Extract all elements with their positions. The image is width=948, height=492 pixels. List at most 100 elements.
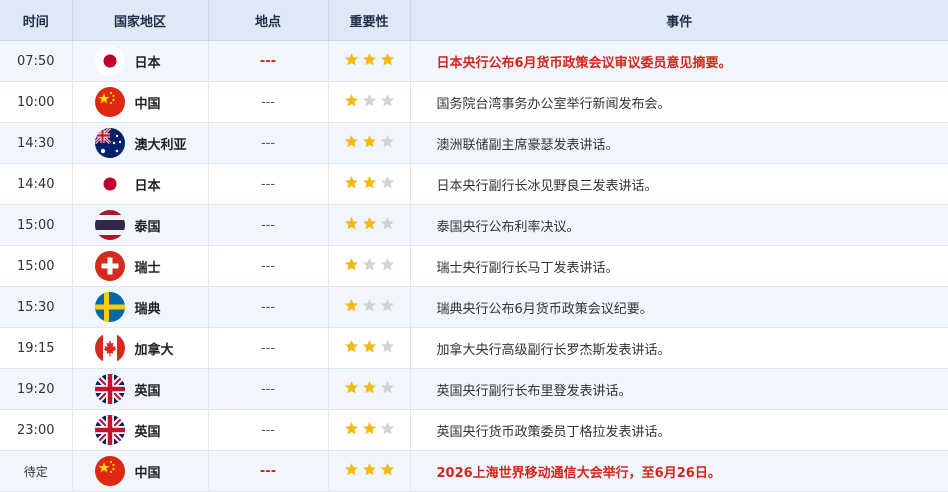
table-row[interactable]: 待定 中国 --- 2026上海世界移动通信大会举行，至6月26日。 <box>0 450 948 492</box>
star-filled-icon <box>380 52 395 67</box>
star-filled-icon <box>380 462 395 477</box>
star-empty-icon <box>380 380 395 395</box>
country-cell: 澳大利亚 <box>72 122 209 164</box>
china-flag-icon <box>94 87 125 117</box>
uk-flag-icon <box>94 374 125 404</box>
event-location: --- <box>208 40 329 82</box>
table-row[interactable]: 19:20 英国 --- 英国央行副行长布里登发表讲话。 <box>0 368 948 410</box>
star-filled-icon <box>344 134 359 149</box>
star-filled-icon <box>344 380 359 395</box>
country-name: 瑞士 <box>134 260 161 276</box>
country-cell: 瑞士 <box>72 245 209 287</box>
japan-flag-icon <box>94 46 125 76</box>
importance-rating <box>328 327 411 369</box>
importance-rating <box>328 40 411 82</box>
table-row[interactable]: 23:00 英国 --- 英国央行货币政策委员丁格拉发表讲话。 <box>0 409 948 451</box>
country-name: 泰国 <box>134 219 161 235</box>
header-row: 时间 国家地区 地点 重要性 事件 <box>0 0 948 41</box>
country-name: 加拿大 <box>134 342 174 358</box>
event-description: 澳洲联储副主席豪瑟发表讲话。 <box>410 122 948 164</box>
star-filled-icon <box>344 257 359 272</box>
table-row[interactable]: 15:00 瑞士 --- 瑞士央行副行长马丁发表讲话。 <box>0 245 948 287</box>
star-empty-icon <box>380 339 395 354</box>
country-name: 英国 <box>134 424 161 440</box>
importance-rating <box>328 122 411 164</box>
table-row[interactable]: 19:15 加拿大 --- 加拿大央行高级副行长罗杰斯发表讲话。 <box>0 327 948 369</box>
country-cell: 瑞典 <box>72 286 209 328</box>
canada-flag-icon <box>94 333 125 363</box>
country-name: 日本 <box>134 178 161 194</box>
event-time: 07:50 <box>0 40 73 82</box>
star-filled-icon <box>362 134 377 149</box>
table-row[interactable]: 14:40 日本 --- 日本央行副行长冰见野良三发表讲话。 <box>0 163 948 205</box>
country-cell: 日本 <box>72 40 209 82</box>
star-filled-icon <box>362 339 377 354</box>
country-cell: 泰国 <box>72 204 209 246</box>
star-empty-icon <box>380 175 395 190</box>
event-time: 19:20 <box>0 368 73 410</box>
star-filled-icon <box>362 380 377 395</box>
star-filled-icon <box>362 52 377 67</box>
thailand-flag-icon <box>94 210 125 240</box>
star-empty-icon <box>362 257 377 272</box>
event-time: 14:40 <box>0 163 73 205</box>
country-name: 澳大利亚 <box>134 137 187 153</box>
star-filled-icon <box>362 175 377 190</box>
event-description: 日本央行副行长冰见野良三发表讲话。 <box>410 163 948 205</box>
star-empty-icon <box>380 421 395 436</box>
star-empty-icon <box>380 216 395 231</box>
event-time: 10:00 <box>0 81 73 123</box>
table-row[interactable]: 15:00 泰国 --- 泰国央行公布利率决议。 <box>0 204 948 246</box>
event-location: --- <box>208 368 329 410</box>
event-time: 23:00 <box>0 409 73 451</box>
switzerland-flag-icon <box>94 251 125 281</box>
header-location: 地点 <box>208 0 329 41</box>
event-location: --- <box>208 286 329 328</box>
importance-rating <box>328 368 411 410</box>
importance-rating <box>328 286 411 328</box>
star-filled-icon <box>344 93 359 108</box>
event-location: --- <box>208 245 329 287</box>
event-time: 15:00 <box>0 245 73 287</box>
table-row[interactable]: 07:50 日本 --- 日本央行公布6月货币政策会议审议委员意见摘要。 <box>0 40 948 82</box>
table-row[interactable]: 10:00 中国 --- 国务院台湾事务办公室举行新闻发布会。 <box>0 81 948 123</box>
star-filled-icon <box>344 339 359 354</box>
table-row[interactable]: 14:30 澳大利亚 --- 澳洲联储副主席豪瑟发表讲话。 <box>0 122 948 164</box>
event-time: 19:15 <box>0 327 73 369</box>
importance-rating <box>328 409 411 451</box>
country-name: 瑞典 <box>134 301 161 317</box>
star-empty-icon <box>380 134 395 149</box>
star-filled-icon <box>344 462 359 477</box>
event-location: --- <box>208 409 329 451</box>
event-location: --- <box>208 327 329 369</box>
event-description: 加拿大央行高级副行长罗杰斯发表讲话。 <box>410 327 948 369</box>
importance-rating <box>328 245 411 287</box>
event-location: --- <box>208 204 329 246</box>
header-importance: 重要性 <box>328 0 411 41</box>
event-location: --- <box>208 122 329 164</box>
event-description: 国务院台湾事务办公室举行新闻发布会。 <box>410 81 948 123</box>
event-description: 瑞士央行副行长马丁发表讲话。 <box>410 245 948 287</box>
star-filled-icon <box>362 421 377 436</box>
header-event: 事件 <box>410 0 948 41</box>
country-cell: 英国 <box>72 368 209 410</box>
japan-flag-icon <box>94 169 125 199</box>
star-filled-icon <box>344 52 359 67</box>
star-empty-icon <box>380 298 395 313</box>
country-name: 日本 <box>134 55 161 71</box>
country-cell: 中国 <box>72 450 209 492</box>
star-filled-icon <box>362 216 377 231</box>
country-cell: 日本 <box>72 163 209 205</box>
star-filled-icon <box>344 298 359 313</box>
importance-rating <box>328 163 411 205</box>
sweden-flag-icon <box>94 292 125 322</box>
table-row[interactable]: 15:30 瑞典 --- 瑞典央行公布6月货币政策会议纪要。 <box>0 286 948 328</box>
star-filled-icon <box>344 216 359 231</box>
country-cell: 加拿大 <box>72 327 209 369</box>
event-time: 15:00 <box>0 204 73 246</box>
event-description: 英国央行货币政策委员丁格拉发表讲话。 <box>410 409 948 451</box>
event-description: 日本央行公布6月货币政策会议审议委员意见摘要。 <box>410 40 948 82</box>
event-location: --- <box>208 450 329 492</box>
header-time: 时间 <box>0 0 73 41</box>
header-country: 国家地区 <box>72 0 209 41</box>
